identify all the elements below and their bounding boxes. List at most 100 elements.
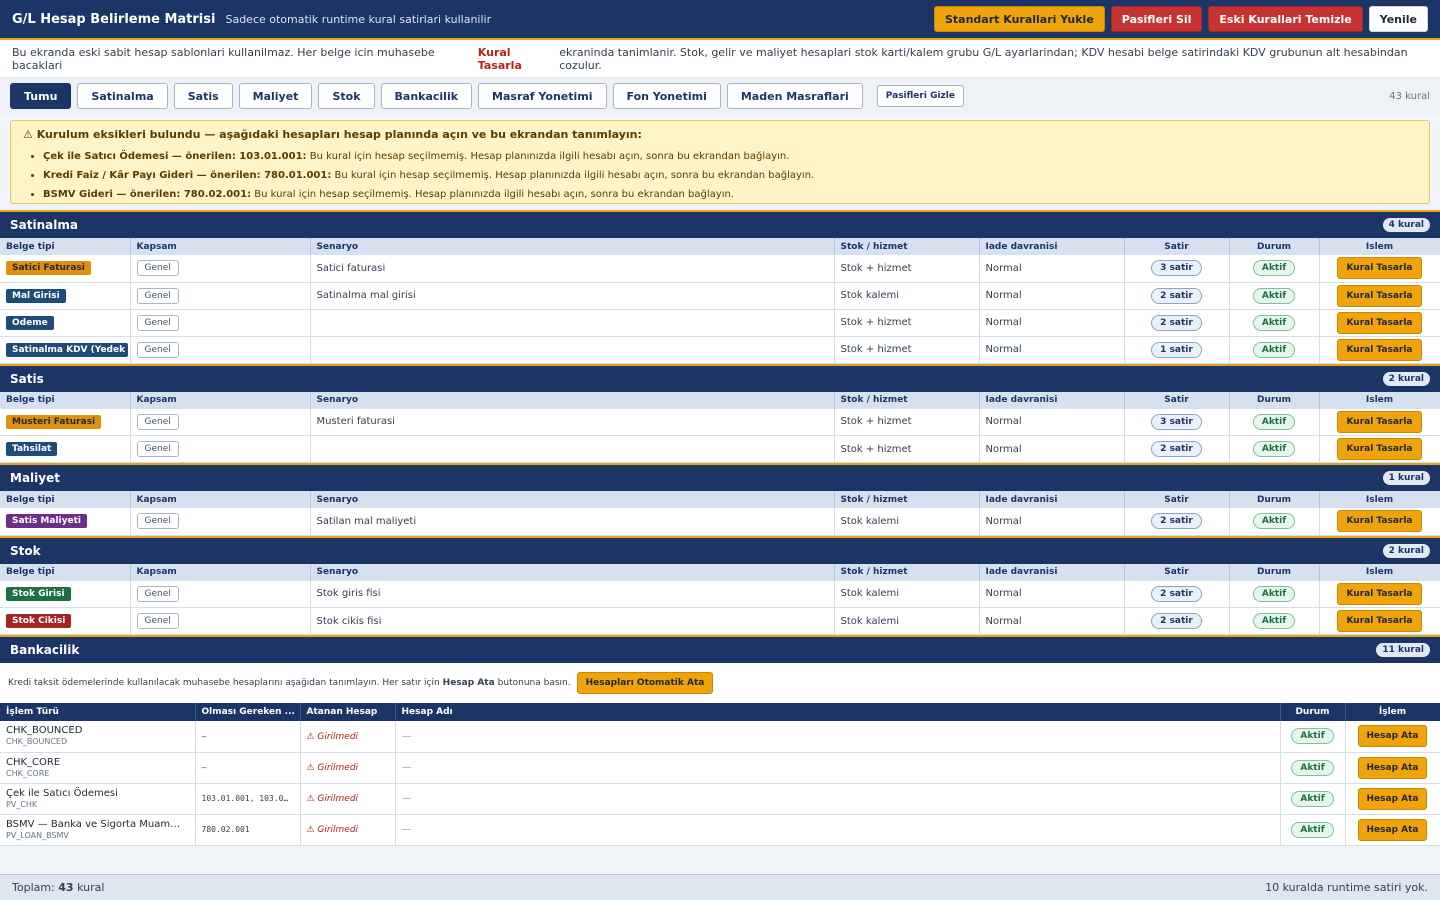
col-satir[interactable]: Satir [1124, 391, 1230, 409]
status-badge: Aktif [1291, 728, 1334, 745]
rule-design-button[interactable]: Kural Tasarla [1337, 610, 1422, 632]
tab-satinalma[interactable]: Satinalma [77, 83, 168, 109]
col-belge-tipi[interactable]: Belge tipi [0, 491, 131, 508]
col-satir[interactable]: Satir [1124, 563, 1230, 581]
tab-satis[interactable]: Satis [173, 83, 233, 109]
section-title: Stok [10, 543, 41, 558]
line-count-badge[interactable]: 3 satir [1151, 413, 1202, 430]
cell-islem-turu: CHK_BOUNCED CHK_BOUNCED [0, 721, 196, 753]
load-standard-rules-button[interactable]: Standart Kurallari Yukle [934, 6, 1105, 32]
col-belge-tipi[interactable]: Belge tipi [0, 238, 131, 255]
cell-stok-hizmet: Stok + hizmet [834, 435, 980, 463]
table-row[interactable]: Stok Girisi Genel Stok giris fisi Stok kale… [0, 580, 1440, 608]
col-durum[interactable]: Durum [1229, 391, 1320, 409]
assign-account-button[interactable]: Hesap Ata [1357, 787, 1428, 810]
table-row[interactable]: Mal Girisi Genel Satinalma mal girisi Stok … [0, 282, 1440, 310]
col-satir[interactable]: Satir [1124, 238, 1230, 255]
col-hesap-adi[interactable]: Hesap Adı [395, 703, 1281, 721]
col-durum[interactable]: Durum [1280, 703, 1346, 721]
hide-passive-button[interactable]: Pasifleri Gizle [876, 85, 964, 107]
col-belge-tipi[interactable]: Belge tipi [0, 563, 131, 581]
line-count-badge[interactable]: 2 satir [1151, 314, 1202, 331]
rule-design-button[interactable]: Kural Tasarla [1337, 510, 1422, 533]
table-row[interactable]: Stok Cikisi Genel Stok cikis fisi Stok kale… [0, 607, 1440, 635]
col-atanan-hesap[interactable]: Atanan Hesap [300, 703, 396, 721]
rule-design-link[interactable]: Kural Tasarla [478, 46, 556, 72]
tab-maliyet[interactable]: Maliyet [238, 83, 313, 109]
table-row[interactable]: Musteri Faturasi Genel Musteri faturasi Sto… [0, 408, 1440, 436]
col-belge-tipi[interactable]: Belge tipi [0, 391, 131, 409]
table-row[interactable]: CHK_BOUNCED CHK_BOUNCED – ⚠ Girilmedi — Aktif… [0, 721, 1440, 753]
col-senaryo[interactable]: Senaryo [310, 238, 835, 255]
cell-durum: Aktif [1229, 336, 1320, 364]
scope-pill: Genel [136, 613, 179, 629]
cell-stok-hizmet: Stok kalemi [834, 282, 980, 310]
table-row[interactable]: Çek ile Satıcı Ödemesi PV_CHK 103.01.001, … [0, 783, 1440, 815]
table-row[interactable]: Satici Faturasi Genel Satici faturasi Stok … [0, 255, 1440, 283]
col-senaryo[interactable]: Senaryo [310, 491, 835, 508]
col-senaryo[interactable]: Senaryo [310, 563, 835, 581]
refresh-button[interactable]: Yenile [1368, 6, 1428, 32]
not-entered-warning: ⚠ Girilmedi [306, 825, 359, 835]
rule-design-button[interactable]: Kural Tasarla [1337, 311, 1422, 334]
line-count-badge[interactable]: 2 satir [1151, 441, 1202, 457]
assign-account-button[interactable]: Hesap Ata [1357, 818, 1428, 841]
tab-masraf-yonetimi[interactable]: Masraf Yonetimi [478, 83, 607, 109]
rule-design-button[interactable]: Kural Tasarla [1337, 582, 1422, 605]
col-senaryo[interactable]: Senaryo [310, 391, 835, 409]
tab-fon-yonetimi[interactable]: Fon Yonetimi [612, 83, 721, 109]
col-islem[interactable]: Islem [1319, 391, 1440, 409]
col-kapsam[interactable]: Kapsam [130, 563, 311, 581]
tab-tumu[interactable]: Tumu [10, 83, 72, 109]
rule-design-button[interactable]: Kural Tasarla [1337, 338, 1422, 361]
col-olmasi-gereken[interactable]: Olması Gereken ... [195, 703, 301, 721]
line-count-badge[interactable]: 2 satir [1151, 513, 1202, 530]
assign-account-button[interactable]: Hesap Ata [1357, 756, 1428, 779]
tab-stok[interactable]: Stok [318, 83, 375, 109]
rule-design-button[interactable]: Kural Tasarla [1337, 257, 1422, 280]
table-row[interactable]: Satis Maliyeti Genel Satilan mal maliyeti S… [0, 508, 1440, 536]
rule-design-button[interactable]: Kural Tasarla [1337, 410, 1422, 433]
col-stok-hizmet[interactable]: Stok / hizmet [834, 391, 980, 409]
line-count-badge[interactable]: 2 satir [1151, 613, 1202, 629]
col-islem[interactable]: İşlem [1345, 703, 1440, 721]
tab-maden-masraflari[interactable]: Maden Masraflari [726, 83, 863, 109]
table-row[interactable]: Satinalma KDV (Yedek K Genel Stok + hizmet… [0, 336, 1440, 364]
line-count-badge[interactable]: 2 satir [1151, 287, 1202, 304]
rule-design-button[interactable]: Kural Tasarla [1337, 438, 1422, 460]
cell-satir: 2 satir [1124, 309, 1230, 337]
table-row[interactable]: Tahsilat Genel Stok + hizmet Normal 2 satir A… [0, 435, 1440, 463]
col-islem-turu[interactable]: İşlem Türü [0, 703, 196, 721]
col-stok-hizmet[interactable]: Stok / hizmet [834, 563, 980, 581]
warning-item-bold: Kredi Faiz / Kâr Payı Gideri — önerilen:… [43, 170, 332, 181]
col-kapsam[interactable]: Kapsam [130, 491, 311, 508]
line-count-badge[interactable]: 1 satir [1151, 341, 1202, 358]
col-durum[interactable]: Durum [1229, 563, 1320, 581]
col-islem[interactable]: Islem [1319, 563, 1440, 581]
assign-account-button[interactable]: Hesap Ata [1357, 725, 1428, 748]
tab-bankacilik[interactable]: Bankacilik [380, 83, 473, 109]
col-iade[interactable]: Iade davranisi [979, 491, 1125, 508]
col-durum[interactable]: Durum [1229, 238, 1320, 255]
auto-assign-accounts-button[interactable]: Hesapları Otomatik Ata [576, 672, 714, 694]
col-iade[interactable]: Iade davranisi [979, 391, 1125, 409]
col-kapsam[interactable]: Kapsam [130, 238, 311, 255]
col-stok-hizmet[interactable]: Stok / hizmet [834, 238, 980, 255]
col-stok-hizmet[interactable]: Stok / hizmet [834, 491, 980, 508]
col-durum[interactable]: Durum [1229, 491, 1320, 508]
table-row[interactable]: CHK_CORE CHK_CORE – ⚠ Girilmedi — Aktif Hesap … [0, 752, 1440, 784]
col-iade[interactable]: Iade davranisi [979, 563, 1125, 581]
line-count-badge[interactable]: 2 satir [1151, 585, 1202, 602]
col-satir[interactable]: Satir [1124, 491, 1230, 508]
table-row[interactable]: BSMV — Banka ve Sigorta Muam… PV_LOAN_BSM… [0, 814, 1440, 846]
table-row[interactable]: Odeme Genel Stok + hizmet Normal 2 satir Akti… [0, 309, 1440, 337]
rule-design-button[interactable]: Kural Tasarla [1337, 284, 1422, 307]
col-kapsam[interactable]: Kapsam [130, 391, 311, 409]
col-islem[interactable]: Islem [1319, 491, 1440, 508]
col-iade[interactable]: Iade davranisi [979, 238, 1125, 255]
cell-senaryo [310, 309, 835, 337]
clean-old-rules-button[interactable]: Eski Kurallari Temizle [1208, 6, 1363, 32]
col-islem[interactable]: Islem [1319, 238, 1440, 255]
delete-passive-button[interactable]: Pasifleri Sil [1110, 6, 1203, 32]
line-count-badge[interactable]: 3 satir [1151, 260, 1202, 277]
